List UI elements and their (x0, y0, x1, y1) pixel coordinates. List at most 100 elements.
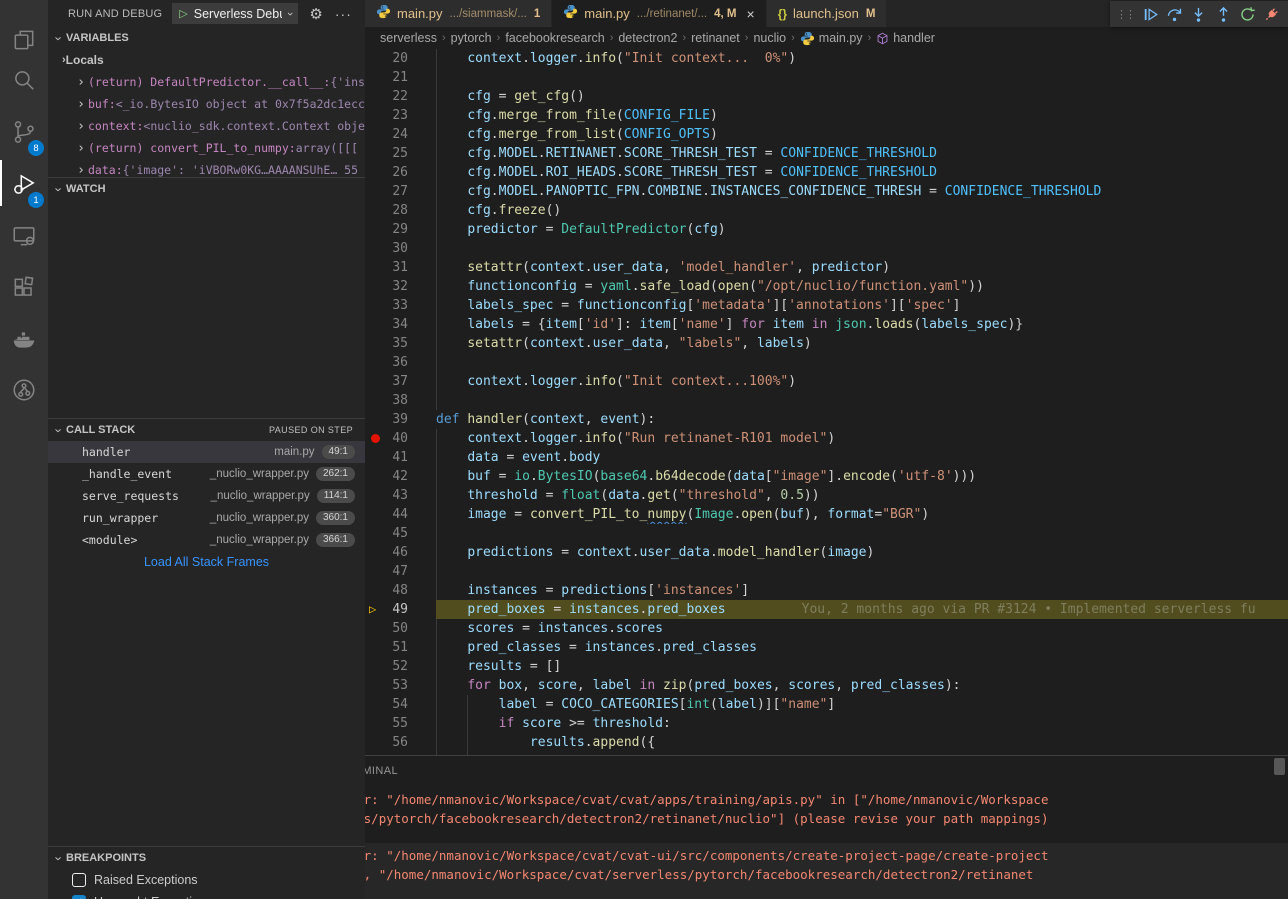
code-line[interactable]: 20 context.logger.info("Init context... … (365, 49, 1288, 68)
docker-icon[interactable] (0, 320, 48, 360)
breakpoint-row[interactable]: ✓Uncaught Exceptions (48, 891, 365, 899)
gutter[interactable]: 28 (365, 201, 436, 220)
ellipsis-icon[interactable]: ··· (335, 6, 352, 22)
code-line[interactable]: 32 functionconfig = yaml.safe_load(open(… (365, 277, 1288, 296)
gutter[interactable]: 56 (365, 733, 436, 752)
gutter[interactable]: 41 (365, 448, 436, 467)
code-line[interactable]: 50 scores = instances.scores (365, 619, 1288, 638)
code-line[interactable]: ▷49 pred_boxes = instances.pred_boxesYou… (365, 600, 1288, 619)
breadcrumb-item[interactable]: pytorch (451, 31, 492, 45)
gutter[interactable]: 29 (365, 220, 436, 239)
step-over-icon[interactable] (1162, 2, 1186, 26)
code-line[interactable]: 27 cfg.MODEL.PANOPTIC_FPN.COMBINE.INSTAN… (365, 182, 1288, 201)
gutter[interactable]: 44 (365, 505, 436, 524)
gripper-icon[interactable]: ⋮⋮ (1116, 8, 1134, 21)
breadcrumb-item[interactable]: retinanet (691, 31, 740, 45)
variable-row[interactable]: ›(return) convert_PIL_to_numpy: array([[… (48, 137, 365, 159)
checkbox-unchecked-icon[interactable] (72, 873, 86, 887)
breadcrumb-item[interactable]: nuclio (753, 31, 786, 45)
code-line[interactable]: 25 cfg.MODEL.RETINANET.SCORE_THRESH_TEST… (365, 144, 1288, 163)
code-line[interactable]: 33 labels_spec = functionconfig['metadat… (365, 296, 1288, 315)
gutter[interactable]: ▷49 (365, 600, 436, 619)
breadcrumb-item[interactable]: serverless (380, 31, 437, 45)
gutter[interactable]: 23 (365, 106, 436, 125)
code-line[interactable]: 47 (365, 562, 1288, 581)
code-line[interactable]: 29 predictor = DefaultPredictor(cfg) (365, 220, 1288, 239)
gutter[interactable]: 45 (365, 524, 436, 543)
code-line[interactable]: 54 label = COCO_CATEGORIES[int(label)]["… (365, 695, 1288, 714)
gutter[interactable]: 32 (365, 277, 436, 296)
breadcrumb-item[interactable]: main.py (800, 31, 863, 46)
close-icon[interactable]: × (747, 6, 755, 22)
gutter[interactable]: 33 (365, 296, 436, 315)
call-stack-header[interactable]: › CALL STACK PAUSED ON STEP (48, 419, 365, 441)
code-line[interactable]: 46 predictions = context.user_data.model… (365, 543, 1288, 562)
git-graph-icon[interactable] (0, 370, 48, 410)
continue-icon[interactable] (1138, 2, 1162, 26)
gutter[interactable]: 53 (365, 676, 436, 695)
code-line[interactable]: 26 cfg.MODEL.ROI_HEADS.SCORE_THRESH_TEST… (365, 163, 1288, 182)
restart-icon[interactable] (1235, 2, 1259, 26)
stack-frame-row[interactable]: _handle_event_nuclio_wrapper.py262:1 (48, 463, 365, 485)
code-line[interactable]: 34 labels = {item['id']: item['name'] fo… (365, 315, 1288, 334)
breadcrumb-item[interactable]: facebookresearch (505, 31, 604, 45)
variable-row[interactable]: ›buf: <_io.BytesIO object at 0x7f5a2dc1e… (48, 93, 365, 115)
code-line[interactable]: 40 context.logger.info("Run retinanet-R1… (365, 429, 1288, 448)
run-and-debug-icon[interactable]: 1 (0, 164, 48, 204)
code-line[interactable]: 39def handler(context, event): (365, 410, 1288, 429)
gutter[interactable]: 34 (365, 315, 436, 334)
watch-header[interactable]: › WATCH (48, 178, 365, 200)
gutter[interactable]: 30 (365, 239, 436, 258)
gutter[interactable]: 21 (365, 68, 436, 87)
gutter[interactable]: 46 (365, 543, 436, 562)
code-line[interactable]: 38 (365, 391, 1288, 410)
gutter[interactable]: 50 (365, 619, 436, 638)
stack-frame-row[interactable]: run_wrapper_nuclio_wrapper.py360:1 (48, 507, 365, 529)
code-line[interactable]: 31 setattr(context.user_data, 'model_han… (365, 258, 1288, 277)
gutter[interactable]: 24 (365, 125, 436, 144)
variables-scope[interactable]: › Locals (48, 49, 365, 71)
disconnect-icon[interactable] (1260, 2, 1284, 26)
editor-tab[interactable]: main.py.../siammask/...1 (365, 0, 551, 27)
breakpoints-header[interactable]: › BREAKPOINTS (48, 847, 365, 869)
breadcrumb-item[interactable]: handler (876, 31, 935, 45)
code-line[interactable]: 28 cfg.freeze() (365, 201, 1288, 220)
stack-frame-row[interactable]: serve_requests_nuclio_wrapper.py114:1 (48, 485, 365, 507)
gutter[interactable]: 40 (365, 429, 436, 448)
gutter[interactable]: 22 (365, 87, 436, 106)
code-line[interactable]: 51 pred_classes = instances.pred_classes (365, 638, 1288, 657)
gutter[interactable]: 39 (365, 410, 436, 429)
code-line[interactable]: 22 cfg = get_cfg() (365, 87, 1288, 106)
search-icon[interactable] (0, 60, 48, 100)
gutter[interactable]: 38 (365, 391, 436, 410)
code-line[interactable]: 43 threshold = float(data.get("threshold… (365, 486, 1288, 505)
code-line[interactable]: 36 (365, 353, 1288, 372)
gutter[interactable]: 55 (365, 714, 436, 733)
breadcrumb-item[interactable]: detectron2 (618, 31, 677, 45)
code-line[interactable]: 52 results = [] (365, 657, 1288, 676)
extensions-icon[interactable] (0, 268, 48, 308)
code-line[interactable]: 55 if score >= threshold: (365, 714, 1288, 733)
code-line[interactable]: 24 cfg.merge_from_list(CONFIG_OPTS) (365, 125, 1288, 144)
gutter[interactable]: 27 (365, 182, 436, 201)
variable-row[interactable]: ›(return) DefaultPredictor.__call__: {'i… (48, 71, 365, 93)
gutter[interactable]: 36 (365, 353, 436, 372)
gutter[interactable]: 20 (365, 49, 436, 68)
code-line[interactable]: 56 results.append({ (365, 733, 1288, 752)
step-into-icon[interactable] (1187, 2, 1211, 26)
gutter[interactable]: 37 (365, 372, 436, 391)
breakpoint-row[interactable]: Raised Exceptions (48, 869, 365, 891)
gutter[interactable]: 48 (365, 581, 436, 600)
code-line[interactable]: 44 image = convert_PIL_to_numpy(Image.op… (365, 505, 1288, 524)
remote-explorer-icon[interactable] (0, 216, 48, 256)
code-line[interactable]: 45 (365, 524, 1288, 543)
code-line[interactable]: 53 for box, score, label in zip(pred_box… (365, 676, 1288, 695)
breakpoint-dot-icon[interactable] (371, 434, 380, 443)
panel-scrollbar[interactable] (1274, 758, 1285, 775)
variables-header[interactable]: › VARIABLES (48, 27, 365, 49)
code-line[interactable]: 41 data = event.body (365, 448, 1288, 467)
explorer-icon[interactable] (0, 20, 48, 60)
stack-frame-row[interactable]: handlermain.py49:1 (48, 441, 365, 463)
load-all-stack-frames-link[interactable]: Load All Stack Frames (48, 551, 365, 573)
gutter[interactable]: 31 (365, 258, 436, 277)
